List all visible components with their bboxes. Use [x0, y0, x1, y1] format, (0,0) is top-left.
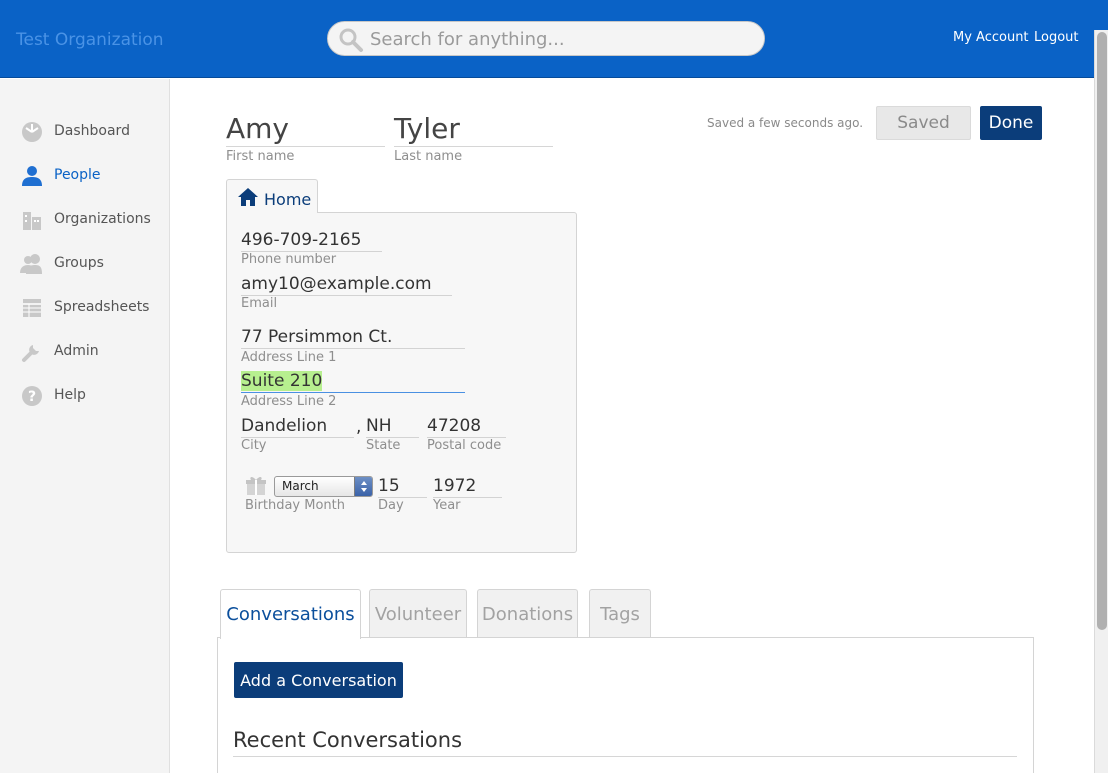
address-line-2-caption: Address Line 2	[241, 394, 337, 409]
sidebar: Dashboard People Organizations Groups Sp…	[0, 79, 170, 773]
birth-month-select[interactable]: March	[274, 476, 373, 497]
home-tab-label: Home	[264, 190, 312, 209]
recent-conversations-heading: Recent Conversations	[233, 728, 1017, 757]
city-field[interactable]: Dandelion	[241, 412, 354, 438]
person-icon	[22, 166, 42, 186]
first-name-field[interactable]: Amy	[226, 110, 385, 147]
sidebar-item-organizations[interactable]: Organizations	[0, 205, 169, 235]
search-input[interactable]	[370, 26, 750, 52]
tab-conversations[interactable]: Conversations	[220, 589, 361, 639]
address-line-1-field[interactable]: 77 Persimmon Ct.	[241, 323, 465, 349]
top-bar: Test Organization My Account Logout	[0, 0, 1108, 78]
tab-home[interactable]: Home	[226, 179, 318, 213]
address-line-2-value: Suite 210	[241, 371, 323, 391]
saved-button[interactable]: Saved	[876, 106, 971, 140]
sidebar-item-help[interactable]: ? Help	[0, 381, 169, 411]
sidebar-item-label: Admin	[54, 343, 99, 359]
last-name-caption: Last name	[394, 149, 463, 164]
add-conversation-button[interactable]: Add a Conversation	[234, 662, 403, 698]
state-caption: State	[366, 438, 401, 453]
phone-caption: Phone number	[241, 252, 337, 267]
birth-year-caption: Year	[433, 498, 461, 513]
last-name-field[interactable]: Tyler	[394, 110, 553, 147]
spreadsheet-icon	[23, 299, 41, 317]
address-line-2-field[interactable]: Suite 210	[241, 367, 465, 393]
postal-code-field[interactable]: 47208	[427, 412, 506, 438]
address-line-1-caption: Address Line 1	[241, 350, 337, 365]
home-icon	[238, 188, 258, 206]
birth-day-field[interactable]: 15	[378, 472, 427, 498]
org-name[interactable]: Test Organization	[16, 30, 164, 50]
birth-year-field[interactable]: 1972	[433, 472, 502, 498]
birth-month-value: March	[282, 479, 319, 493]
sidebar-item-label: People	[54, 167, 101, 183]
gift-icon	[246, 476, 266, 495]
my-account-link[interactable]: My Account	[953, 30, 1029, 45]
svg-text:?: ?	[28, 389, 36, 405]
search-box[interactable]	[327, 21, 765, 56]
first-name-caption: First name	[226, 149, 295, 164]
select-arrows-icon	[354, 477, 372, 496]
tab-tags[interactable]: Tags	[589, 589, 651, 637]
sidebar-item-people[interactable]: People	[0, 161, 169, 191]
city-caption: City	[241, 438, 267, 453]
scrollbar-thumb[interactable]	[1097, 32, 1107, 630]
wrench-icon	[22, 345, 39, 362]
sidebar-item-admin[interactable]: Admin	[0, 337, 169, 367]
sidebar-item-groups[interactable]: Groups	[0, 249, 169, 279]
sidebar-item-label: Groups	[54, 255, 104, 271]
building-icon	[23, 212, 41, 230]
birth-month-caption: Birthday Month	[245, 498, 346, 513]
sidebar-item-label: Help	[54, 387, 86, 403]
postal-code-caption: Postal code	[427, 438, 502, 453]
sidebar-item-label: Spreadsheets	[54, 299, 150, 315]
phone-field[interactable]: 496-709-2165	[241, 226, 382, 252]
vertical-scrollbar[interactable]	[1094, 30, 1108, 773]
email-caption: Email	[241, 296, 278, 311]
tab-volunteer[interactable]: Volunteer	[369, 589, 467, 637]
sidebar-item-label: Organizations	[54, 211, 151, 227]
saved-status-text: Saved a few seconds ago.	[707, 116, 864, 130]
search-icon	[339, 28, 363, 52]
email-field[interactable]: amy10@example.com	[241, 270, 452, 296]
done-button[interactable]: Done	[980, 106, 1042, 140]
logout-link[interactable]: Logout	[1034, 30, 1079, 45]
state-field[interactable]: NH	[366, 412, 419, 438]
city-state-comma: ,	[356, 417, 362, 437]
help-icon: ?	[22, 386, 42, 406]
birth-day-caption: Day	[378, 498, 404, 513]
dashboard-icon	[22, 122, 42, 142]
sidebar-item-dashboard[interactable]: Dashboard	[0, 117, 169, 147]
sidebar-item-label: Dashboard	[54, 123, 130, 139]
group-icon	[20, 254, 42, 274]
sidebar-item-spreadsheets[interactable]: Spreadsheets	[0, 293, 169, 323]
tab-donations[interactable]: Donations	[477, 589, 578, 637]
